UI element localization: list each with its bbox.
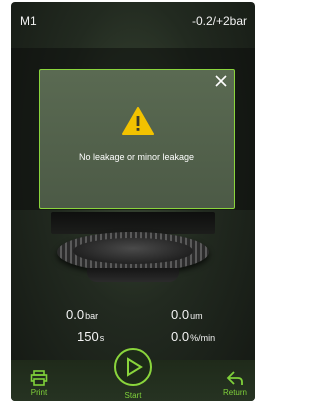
print-button[interactable]: Print (21, 370, 57, 397)
start-label: Start (124, 391, 142, 400)
close-icon[interactable] (214, 74, 228, 88)
time-unit: s (99, 333, 105, 343)
dialog-message: No leakage or minor leakage (78, 152, 195, 162)
leak-rate-value: 0.0 (171, 329, 190, 344)
header: M1 -0.2/+2bar (11, 2, 255, 38)
test-chamber-lid (51, 212, 215, 234)
play-icon (127, 357, 143, 377)
leak-rate-unit: %/min (190, 333, 216, 343)
time-reading: 150s (77, 329, 104, 344)
pressure-value: 0.0 (66, 307, 85, 322)
deformation-unit: um (190, 311, 203, 321)
app-screen: M1 -0.2/+2bar 0.0bar 0.0um 150s 0.0%/min (11, 2, 255, 401)
deformation-value: 0.0 (171, 307, 190, 322)
leak-result-dialog: No leakage or minor leakage (39, 69, 235, 209)
pressure-unit: bar (85, 311, 99, 321)
model-label: M1 (20, 14, 37, 28)
watch-face (73, 238, 193, 264)
warning-icon (122, 107, 154, 135)
leak-rate-reading: 0.0%/min (171, 329, 215, 344)
time-value: 150 (77, 329, 99, 344)
start-button[interactable] (114, 348, 152, 386)
printer-icon (30, 370, 48, 386)
readings-panel: 0.0bar 0.0um 150s 0.0%/min (11, 302, 255, 352)
device-image (11, 202, 255, 312)
return-label: Return (222, 388, 247, 397)
print-label: Print (30, 388, 48, 397)
pressure-range-label: -0.2/+2bar (191, 14, 247, 28)
return-icon (226, 371, 243, 385)
return-button[interactable]: Return (217, 370, 253, 397)
deformation-reading: 0.0um (171, 307, 203, 322)
pressure-reading: 0.0bar (66, 307, 98, 322)
watch-strap (87, 268, 179, 282)
